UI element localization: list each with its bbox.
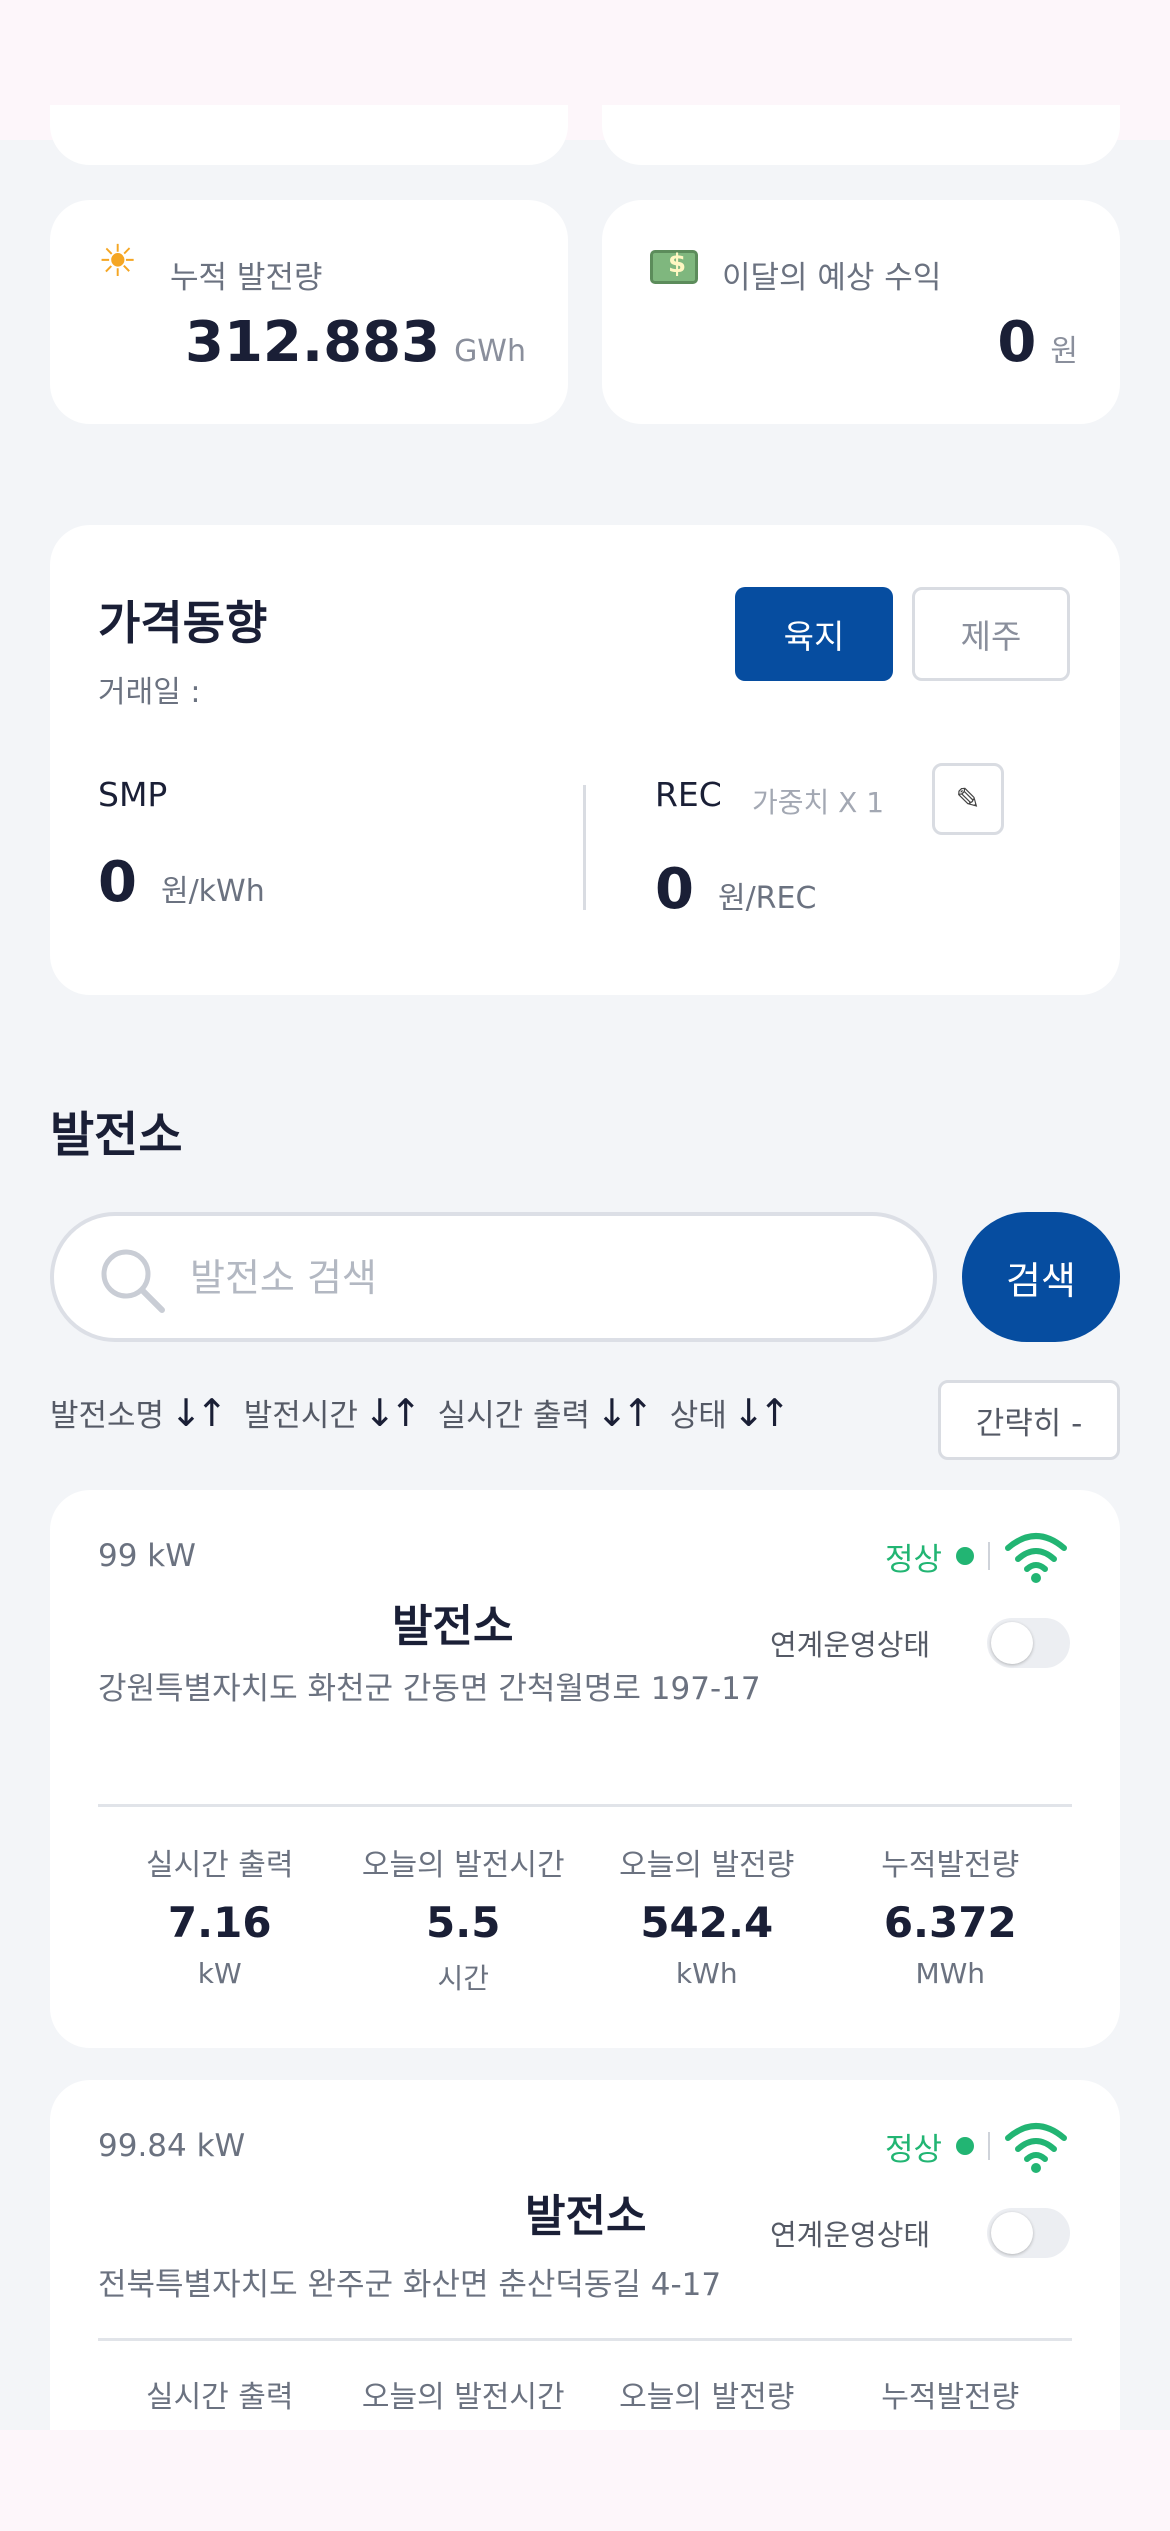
toggle-knob	[991, 2212, 1033, 2254]
plant-status: 정상	[885, 2118, 1068, 2174]
link-status-toggle[interactable]	[987, 1618, 1070, 1668]
link-status-label: 연계운영상태	[770, 1628, 931, 1662]
stat-value: 0	[997, 310, 1037, 375]
smp-label: SMP	[98, 775, 168, 814]
toggle-knob	[991, 1622, 1033, 1664]
link-status-label: 연계운영상태	[770, 2218, 931, 2252]
plant-divider	[98, 1804, 1072, 1807]
rec-value: 0	[655, 857, 694, 922]
metric-unit: kW	[197, 1957, 242, 1990]
rec-label: REC	[655, 775, 722, 814]
divider	[583, 785, 586, 910]
jeju-button[interactable]: 제주	[912, 587, 1070, 681]
smp-unit: 원/kWh	[160, 874, 265, 909]
wifi-icon	[1005, 2123, 1067, 2173]
sort-arrows-icon: ↓↑	[596, 1390, 654, 1435]
metric-label: 실시간 출력	[145, 1848, 294, 1883]
plant-divider	[98, 2338, 1072, 2341]
sort-label: 발전소명	[50, 1398, 165, 1434]
metric-today-hours: 오늘의 발전시간	[342, 2372, 586, 2416]
metric-label: 오늘의 발전시간	[361, 1848, 565, 1883]
sort-by-time[interactable]: 발전시간 ↓↑	[243, 1390, 422, 1435]
status-separator	[988, 2132, 990, 2160]
metric-today-generation: 오늘의 발전량	[585, 2372, 829, 2416]
previous-card-left	[50, 105, 568, 165]
metric-label: 실시간 출력	[145, 2380, 294, 2415]
plants-section-title: 발전소	[50, 1107, 183, 1163]
trade-date: 거래일 :	[98, 675, 201, 710]
stat-unit: GWh	[454, 334, 526, 369]
metric-cumulative-generation: 누적발전량 6.372 MWh	[829, 1840, 1073, 1997]
plant-metrics: 실시간 출력 오늘의 발전시간 오늘의 발전량 누적발전량	[98, 2372, 1072, 2416]
metric-unit: 시간	[437, 1962, 490, 1995]
cumulative-generation-card: ☀ 누적 발전량 312.883 GWh	[50, 200, 568, 424]
bottom-safe-area	[0, 2430, 1170, 2531]
stat-label: 이달의 예상 수익	[722, 260, 942, 296]
price-title: 가격동향	[98, 596, 268, 650]
price-trend-card: 가격동향 거래일 : 육지 제주 SMP 0 원/kWh REC 가중치 X 1…	[50, 525, 1120, 995]
plant-metrics: 실시간 출력 7.16 kW 오늘의 발전시간 5.5 시간 오늘의 발전량 5…	[98, 1840, 1072, 1997]
metric-label: 오늘의 발전량	[619, 1848, 795, 1883]
sort-by-status[interactable]: 상태 ↓↑	[669, 1390, 791, 1435]
rec-weight: 가중치 X 1	[752, 786, 885, 819]
compact-view-button[interactable]: 간략히 -	[938, 1380, 1120, 1460]
metric-realtime-output: 실시간 출력	[98, 2372, 342, 2416]
metric-value: 542.4	[640, 1898, 774, 1947]
plant-address: 강원특별자치도 화천군 간동면 간척월명로 197-17	[98, 1671, 761, 1707]
plant-card[interactable]: 99 kW 정상 발전소 연계운영상태 강원특별자치도 화천군 간동면 간척월명…	[50, 1490, 1120, 2048]
metric-value: 7.16	[167, 1898, 272, 1947]
rec-unit: 원/REC	[717, 881, 817, 916]
metric-label: 오늘의 발전량	[619, 2380, 795, 2415]
money-icon	[650, 248, 698, 292]
sort-label: 발전시간	[243, 1398, 358, 1434]
link-status-toggle[interactable]	[987, 2208, 1070, 2258]
sort-by-name[interactable]: 발전소명 ↓↑	[50, 1390, 228, 1435]
stat-label: 누적 발전량	[170, 260, 323, 296]
metric-cumulative-generation: 누적발전량	[829, 2372, 1073, 2416]
metric-label: 오늘의 발전시간	[361, 2380, 565, 2415]
metric-realtime-output: 실시간 출력 7.16 kW	[98, 1840, 342, 1997]
metric-today-generation: 오늘의 발전량 542.4 kWh	[585, 1840, 829, 1997]
mainland-button[interactable]: 육지	[735, 587, 893, 681]
sort-row: 발전소명 ↓↑ 발전시간 ↓↑ 실시간 출력 ↓↑ 상태 ↓↑	[50, 1390, 791, 1435]
sort-label: 실시간 출력	[437, 1398, 591, 1434]
search-box[interactable]	[50, 1212, 937, 1342]
status-dot	[956, 2137, 974, 2155]
search-input[interactable]	[190, 1248, 890, 1308]
metric-unit: kWh	[675, 1957, 738, 1990]
edit-weight-button[interactable]: ✎	[932, 763, 1004, 835]
plant-address: 전북특별자치도 완주군 화산면 춘산덕동길 4-17	[98, 2267, 722, 2303]
pencil-icon: ✎	[955, 781, 981, 817]
plant-name: 발전소	[525, 2191, 647, 2242]
sun-icon: ☀	[98, 236, 138, 287]
status-text: 정상	[884, 2131, 942, 2168]
previous-card-right	[602, 105, 1120, 165]
sort-arrows-icon: ↓↑	[170, 1390, 228, 1435]
status-separator	[988, 1542, 990, 1570]
plant-capacity: 99.84 kW	[98, 2128, 246, 2164]
plant-name: 발전소	[392, 1601, 514, 1652]
plant-capacity: 99 kW	[98, 1538, 196, 1574]
sort-arrows-icon: ↓↑	[363, 1390, 422, 1435]
expected-revenue-card: 이달의 예상 수익 0 원	[602, 200, 1120, 424]
metric-unit: MWh	[915, 1957, 986, 1990]
metric-label: 누적발전량	[881, 2380, 1020, 2415]
sort-by-output[interactable]: 실시간 출력 ↓↑	[437, 1390, 654, 1435]
wifi-icon	[1005, 1533, 1067, 1583]
search-button[interactable]: 검색	[962, 1212, 1120, 1342]
metric-label: 누적발전량	[881, 1848, 1020, 1883]
sort-arrows-icon: ↓↑	[732, 1390, 791, 1435]
stat-unit: 원	[1050, 334, 1078, 369]
metric-value: 6.372	[883, 1898, 1017, 1947]
plant-status: 정상	[885, 1528, 1068, 1584]
metric-value: 5.5	[426, 1898, 501, 1947]
status-dot	[956, 1547, 974, 1565]
sort-label: 상태	[669, 1398, 727, 1434]
smp-value: 0	[98, 850, 137, 915]
stat-value: 312.883	[185, 310, 441, 375]
status-text: 정상	[884, 1541, 942, 1578]
metric-today-hours: 오늘의 발전시간 5.5 시간	[342, 1840, 586, 1997]
search-icon	[101, 1249, 165, 1313]
